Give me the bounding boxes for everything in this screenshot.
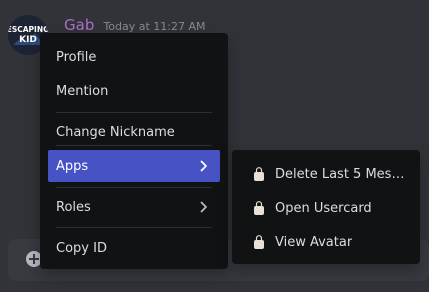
chevron-right-icon bbox=[200, 201, 207, 213]
message-username[interactable]: Gab bbox=[64, 16, 94, 34]
menu-item-label: Roles bbox=[56, 199, 91, 215]
menu-item-label: Copy ID bbox=[56, 240, 107, 256]
message-timestamp: Today at 11:27 AM bbox=[103, 20, 206, 33]
chevron-right-icon bbox=[200, 160, 207, 172]
user-context-menu: Profile Mention Change Nickname Apps Rol… bbox=[40, 33, 228, 269]
menu-item-apps[interactable]: Apps bbox=[48, 150, 220, 182]
menu-item-copy-id[interactable]: Copy ID bbox=[48, 232, 220, 264]
apps-submenu: Delete Last 5 Messages Open Usercard Vie… bbox=[232, 150, 420, 264]
submenu-item-label: View Avatar bbox=[275, 234, 353, 250]
shopping-bag-icon bbox=[254, 201, 264, 215]
shopping-bag-icon bbox=[254, 167, 264, 181]
message-header: Gab Today at 11:27 AM bbox=[64, 15, 206, 34]
menu-item-label: Change Nickname bbox=[56, 124, 175, 140]
menu-separator bbox=[56, 227, 212, 228]
submenu-item-view-avatar[interactable]: View Avatar bbox=[240, 226, 412, 258]
submenu-item-label: Open Usercard bbox=[275, 200, 372, 216]
avatar-text-line-2: KID bbox=[19, 35, 37, 45]
menu-separator bbox=[56, 187, 212, 188]
menu-separator bbox=[56, 112, 212, 113]
submenu-item-label: Delete Last 5 Messages bbox=[275, 166, 405, 182]
menu-item-label: Profile bbox=[56, 49, 97, 65]
menu-item-change-nickname[interactable]: Change Nickname bbox=[48, 116, 220, 148]
shopping-bag-icon bbox=[254, 235, 264, 249]
menu-item-label: Mention bbox=[56, 83, 109, 99]
submenu-item-open-usercard[interactable]: Open Usercard bbox=[240, 192, 412, 224]
submenu-item-delete-last-5-messages[interactable]: Delete Last 5 Messages bbox=[240, 158, 412, 190]
menu-item-roles[interactable]: Roles bbox=[48, 191, 220, 223]
menu-item-profile[interactable]: Profile bbox=[48, 41, 220, 73]
menu-item-label: Apps bbox=[56, 158, 89, 174]
menu-item-mention[interactable]: Mention bbox=[48, 75, 220, 107]
menu-separator bbox=[56, 145, 212, 146]
